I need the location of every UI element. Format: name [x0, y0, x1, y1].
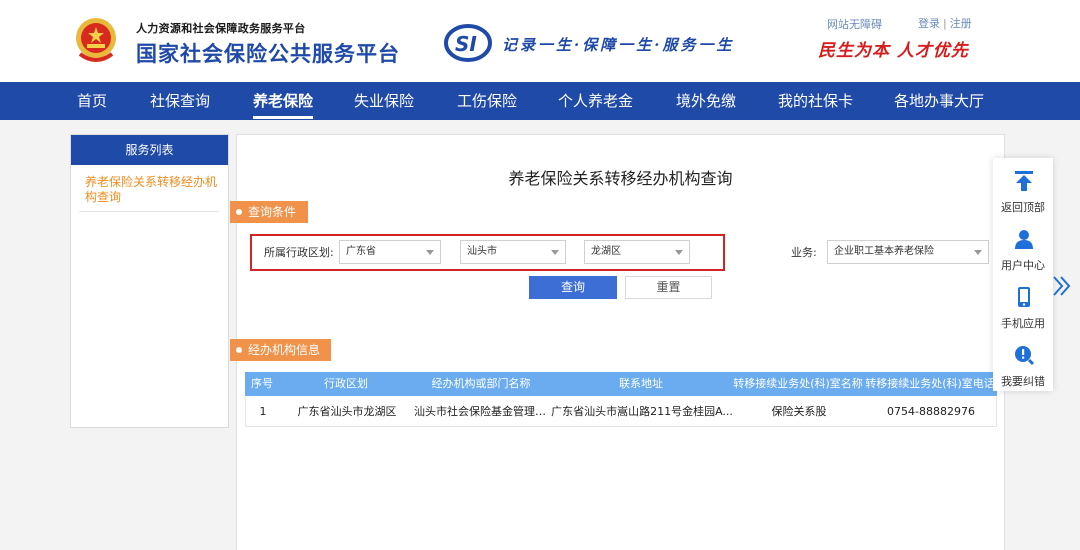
accessibility-link[interactable]: 网站无障碍	[827, 16, 882, 32]
region-label: 所属行政区划:	[264, 246, 334, 259]
col-agency: 经办机构或部门名称	[431, 377, 531, 390]
slogan: 记录一生·保障一生·服务一生	[502, 36, 735, 54]
slogan-red: 民生为本 人才优先	[818, 41, 969, 61]
report-error-button[interactable]: 我要纠错	[993, 336, 1053, 394]
province-value: 广东省	[346, 246, 376, 257]
mobile-app-button[interactable]: 手机应用	[993, 278, 1053, 336]
business-value: 企业职工基本养老保险	[834, 246, 934, 257]
cell-region: 广东省汕头市龙湖区	[297, 405, 397, 418]
si-logo-icon: SI	[444, 24, 492, 62]
site-title[interactable]: 国家社会保险公共服务平台	[136, 38, 400, 68]
cell-phone: 0754-88882976	[887, 405, 975, 418]
main-panel	[236, 134, 1005, 550]
province-select[interactable]: 广东省	[339, 240, 441, 264]
col-phone: 转移接续业务处(科)室电话	[865, 377, 995, 390]
register-link[interactable]: 注册	[950, 17, 972, 30]
reset-button[interactable]: 重置	[625, 276, 712, 299]
back-to-top-button[interactable]: 返回顶部	[993, 162, 1053, 220]
sidebar-divider	[79, 211, 219, 212]
nav-item-home[interactable]: 首页	[77, 82, 107, 120]
nav-item-social-query[interactable]: 社保查询	[150, 82, 210, 120]
auth-separator: |	[943, 17, 947, 30]
nav-item-service-halls[interactable]: 各地办事大厅	[894, 82, 984, 120]
city-select[interactable]: 汕头市	[460, 240, 566, 264]
nav-item-social-card[interactable]: 我的社保卡	[778, 82, 853, 120]
business-select[interactable]: 企业职工基本养老保险	[827, 240, 989, 264]
site-header: 人力资源和社会保障政务服务平台 国家社会保险公共服务平台 SI 记录一生·保障一…	[0, 0, 1080, 82]
nav-item-unemployment[interactable]: 失业保险	[354, 82, 414, 120]
nav-item-pension[interactable]: 养老保险	[253, 82, 314, 120]
phone-icon	[1018, 287, 1030, 307]
user-center-label: 用户中心	[1001, 259, 1045, 272]
login-link[interactable]: 登录	[918, 17, 940, 30]
double-chevron-right-icon[interactable]	[1051, 274, 1073, 298]
business-label: 业务:	[791, 246, 817, 259]
main-nav: 首页 社保查询 养老保险 失业保险 工伤保险 个人养老金 境外免缴 我的社保卡 …	[0, 82, 1080, 120]
chevron-down-icon	[551, 250, 559, 255]
sidebar-heading: 服务列表	[71, 135, 228, 165]
table-row[interactable]: 1 广东省汕头市龙湖区 汕头市社会保险基金管理局... 广东省汕头市嵩山路211…	[245, 397, 997, 427]
page-title: 养老保险关系转移经办机构查询	[508, 169, 733, 188]
user-icon	[1015, 230, 1033, 249]
district-select[interactable]: 龙湖区	[584, 240, 690, 264]
national-emblem-icon	[76, 18, 116, 62]
user-center-button[interactable]: 用户中心	[993, 220, 1053, 278]
cell-address: 广东省汕头市嵩山路211号金桂园A...	[551, 405, 733, 418]
chevron-down-icon	[426, 250, 434, 255]
query-button[interactable]: 查询	[529, 276, 617, 299]
table-header: 序号 行政区划 经办机构或部门名称 联系地址 转移接续业务处(科)室名称 转移接…	[245, 372, 997, 396]
service-sidebar: 服务列表 养老保险关系转移经办机构查询	[70, 134, 229, 428]
agency-info-tag: 经办机构信息	[230, 339, 331, 361]
back-to-top-label: 返回顶部	[1001, 201, 1045, 214]
chevron-down-icon	[974, 250, 982, 255]
nav-item-overseas-exempt[interactable]: 境外免缴	[676, 82, 736, 120]
chevron-down-icon	[675, 250, 683, 255]
city-value: 汕头市	[467, 246, 497, 257]
floating-toolbar: 返回顶部 用户中心 手机应用 我要纠错	[993, 158, 1053, 391]
query-conditions-tag: 查询条件	[230, 201, 308, 223]
col-index: 序号	[251, 377, 273, 390]
sidebar-item-transfer-query[interactable]: 养老保险关系转移经办机构查询	[85, 175, 223, 205]
nav-item-personal-pension[interactable]: 个人养老金	[558, 82, 633, 120]
arrow-up-icon	[1015, 171, 1033, 191]
auth-links: 登录 | 注册	[918, 15, 972, 31]
col-region: 行政区划	[324, 377, 368, 390]
cell-agency: 汕头市社会保险基金管理局...	[414, 405, 550, 418]
cell-index: 1	[259, 405, 267, 418]
col-dept: 转移接续业务处(科)室名称	[733, 377, 863, 390]
error-icon	[1015, 346, 1035, 366]
svg-text:SI: SI	[455, 32, 477, 56]
col-address: 联系地址	[619, 377, 663, 390]
report-error-label: 我要纠错	[1001, 375, 1045, 388]
district-value: 龙湖区	[591, 246, 621, 257]
nav-item-injury[interactable]: 工伤保险	[457, 82, 517, 120]
cell-dept: 保险关系股	[771, 405, 827, 418]
site-subtitle: 人力资源和社会保障政务服务平台	[136, 22, 306, 35]
mobile-app-label: 手机应用	[1001, 317, 1045, 330]
